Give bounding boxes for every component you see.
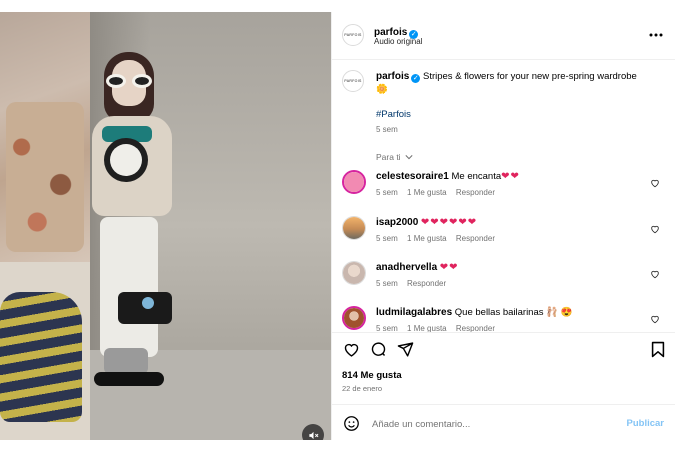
comment-avatar[interactable] [342,170,366,194]
share-button[interactable] [396,340,414,358]
post-media[interactable] [0,12,331,440]
comment-input[interactable] [370,415,614,433]
comment-avatar[interactable] [342,261,366,285]
collage-image-top [0,12,90,262]
mute-button[interactable] [302,424,324,440]
brand-logo: PARFOIS [344,79,362,83]
comment-likes-count[interactable]: 1 Me gusta [407,324,447,332]
comment-button[interactable] [369,340,387,358]
comment-text: Que bellas bailarinas [454,307,544,318]
share-icon [397,341,413,357]
comment-composer: Publicar [332,404,675,440]
post-modal: PARFOIS parfois ✓ Audio original PARFOIS … [0,0,675,450]
heart-icon[interactable] [650,224,660,234]
comment-item: anadhervella ❤❤ 5 sem Responder [342,261,666,297]
hashtag-link[interactable]: #Parfois [376,109,411,120]
heart-icon[interactable] [650,178,660,188]
emoji-button[interactable] [342,414,360,432]
comment-likes-count[interactable]: 1 Me gusta [407,234,447,243]
more-options-icon [649,33,663,37]
comment-item: isap2000 ❤❤❤❤❤❤ 5 sem 1 Me gusta Respond… [342,216,666,252]
comment-text: Me encanta [451,171,502,182]
reply-button[interactable]: Responder [456,324,495,332]
post-date[interactable]: 22 de enero [342,384,382,393]
like-button[interactable] [342,340,360,358]
comment-time: 5 sem [376,188,398,197]
comment-likes-count[interactable]: 1 Me gusta [407,188,447,197]
comment-username[interactable]: celestesoraire1 [376,171,449,182]
comment-avatar[interactable] [342,216,366,240]
comment-avatar[interactable] [342,306,366,330]
author-avatar[interactable]: PARFOIS [342,24,364,46]
comment-icon [371,341,385,356]
reply-button[interactable]: Responder [407,279,446,288]
comment-emojis: ❤❤❤❤❤❤ [420,217,478,228]
comment-username[interactable]: isap2000 [376,217,418,228]
comment-emojis: ❤❤ [501,171,520,182]
audio-label[interactable]: Audio original [374,37,422,46]
brand-logo: PARFOIS [344,33,362,37]
heart-icon[interactable] [650,269,660,279]
heart-icon [344,343,358,357]
caption-avatar[interactable]: PARFOIS [342,70,364,92]
chevron-down-icon [405,155,413,160]
comment-username[interactable]: anadhervella [376,262,437,273]
likes-count[interactable]: 814 Me gusta [342,370,402,381]
comments-section[interactable]: PARFOIS parfois ✓ Stripes & flowers for y… [332,60,675,332]
filter-label: Para ti [376,152,401,162]
action-bar [332,332,675,360]
comment-time: 5 sem [376,234,398,243]
comment-username[interactable]: ludmilagalabres [376,307,452,318]
comment-time: 5 sem [376,324,398,332]
heart-icon[interactable] [650,314,660,324]
emoji-icon [343,415,359,431]
reply-button[interactable]: Responder [456,188,495,197]
collage-image-bottom [0,262,90,440]
comment-item: celestesoraire1 Me encanta❤❤ 5 sem 1 Me … [342,170,666,206]
comment-item: ludmilagalabres Que bellas bailarinas 🩰 … [342,306,666,332]
post-details-panel: PARFOIS parfois ✓ Audio original PARFOIS … [331,12,675,440]
save-button[interactable] [650,340,666,358]
comment-filter-dropdown[interactable]: Para ti [376,152,413,162]
bookmark-icon [651,341,665,357]
comment-emojis: 🩰 😍 [546,307,573,318]
more-options-button[interactable] [648,28,664,42]
post-header: PARFOIS parfois ✓ Audio original [332,12,675,60]
comment-time: 5 sem [376,279,398,288]
verified-badge-icon: ✓ [411,74,421,83]
publish-button[interactable]: Publicar [627,418,665,429]
caption-username[interactable]: parfois [376,71,409,82]
speaker-muted-icon [308,431,318,439]
comment-emojis: ❤❤ [439,262,459,273]
reply-button[interactable]: Responder [456,234,495,243]
caption-time: 5 sem [376,125,398,134]
